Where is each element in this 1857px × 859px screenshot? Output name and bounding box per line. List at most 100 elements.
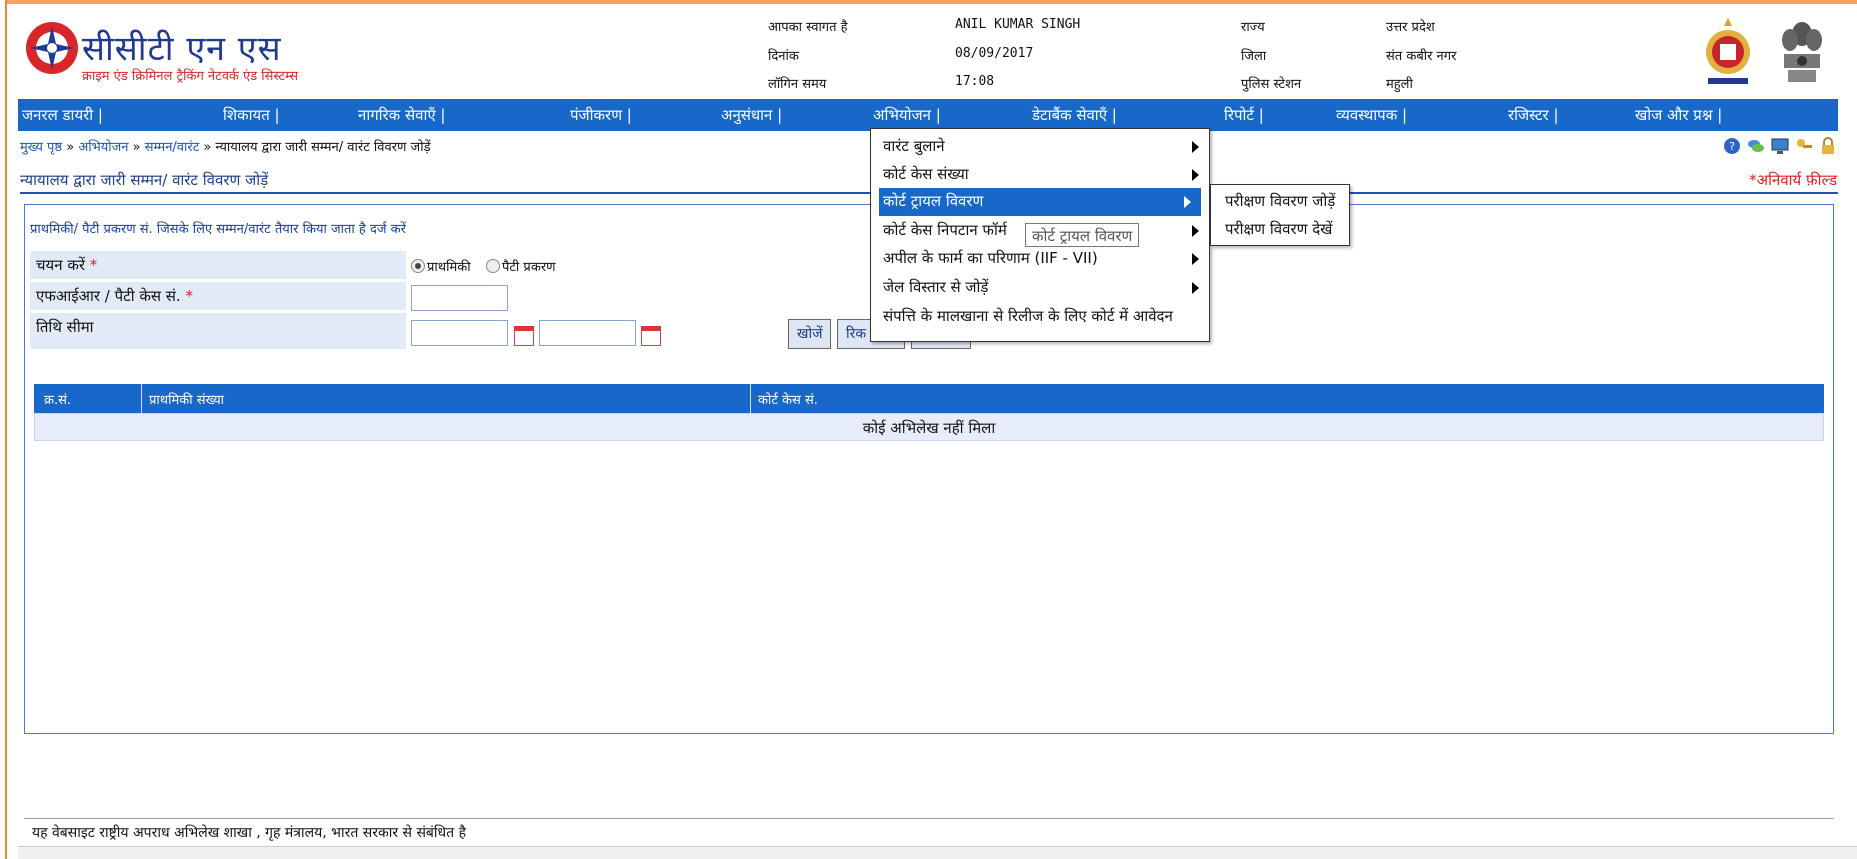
nav-register[interactable]: रजिस्टर | — [1508, 105, 1559, 125]
main-navbar: जनरल डायरी | शिकायत | नागरिक सेवाएँ | पं… — [18, 99, 1838, 131]
calendar-icon[interactable] — [641, 326, 661, 346]
breadcrumb-sep: » — [199, 140, 216, 155]
nav-search-query[interactable]: खोज और प्रश्न | — [1635, 105, 1722, 125]
breadcrumb-sep: » — [128, 140, 145, 155]
user-name: ANIL KUMAR SINGH — [955, 17, 1081, 32]
table-header: क्र.सं. प्राथमिकी संख्या कोर्ट केस सं. — [34, 384, 1824, 413]
fir-number-text: एफआईआर / पैटी केस सं. — [36, 287, 181, 305]
nav-investigation[interactable]: अनुसंधान | — [721, 105, 782, 125]
help-icon[interactable]: ? — [1723, 137, 1741, 155]
date-value: 08/09/2017 — [955, 46, 1034, 61]
date-range-text: तिथि सीमा — [36, 318, 94, 336]
menu-item-label: कोर्ट ट्रायल विवरण — [883, 192, 984, 210]
state-value: उत्तर प्रदेश — [1386, 20, 1435, 35]
breadcrumb-sep: » — [62, 140, 79, 155]
menu-item-label: जेल विस्तार से जोड़ें — [883, 278, 989, 296]
welcome-label: आपका स्वागत है — [768, 20, 848, 35]
date-range-label: तिथि सीमा — [30, 313, 406, 349]
radio-dot-selected[interactable] — [411, 259, 425, 273]
col-divider — [750, 384, 751, 413]
breadcrumb-home[interactable]: मुख्य पृष्ठ — [20, 140, 62, 155]
monitor-icon[interactable] — [1771, 137, 1789, 155]
date-to-input[interactable] — [539, 320, 636, 346]
menu-item-label: अपील के फार्म का परिणाम (IIF - VII) — [883, 249, 1098, 267]
nav-citizen-services[interactable]: नागरिक सेवाएँ | — [358, 105, 445, 125]
radio-petty-case[interactable]: पैटी प्रकरण — [486, 257, 556, 275]
submenu-arrow-icon — [1192, 141, 1199, 153]
toolbar-icons: ? — [1723, 137, 1837, 155]
submenu-arrow-icon — [1192, 225, 1199, 237]
nav-databank-services[interactable]: डेटाबैंक सेवाएँ | — [1032, 105, 1117, 125]
mandatory-field-note: *अनिवार्य फ़ील्ड — [1749, 171, 1837, 189]
required-mark: * — [89, 256, 98, 274]
district-label: जिला — [1241, 49, 1267, 64]
date-from-input[interactable] — [411, 320, 508, 346]
fir-number-label: एफआईआर / पैटी केस सं. * — [30, 282, 406, 310]
submenu-add-trial-details[interactable]: परीक्षण विवरण जोड़ें — [1225, 191, 1335, 211]
submenu-view-trial-details[interactable]: परीक्षण विवरण देखें — [1225, 219, 1332, 239]
submenu-arrow-icon — [1192, 282, 1199, 294]
search-button[interactable]: खोजें — [788, 319, 832, 349]
brand-title: सीसीटी एन एस — [82, 29, 282, 69]
chat-icon[interactable] — [1747, 137, 1765, 155]
menu-tooltip: कोर्ट ट्रायल विवरण — [1025, 223, 1140, 247]
results-table: क्र.सं. प्राथमिकी संख्या कोर्ट केस सं. क… — [34, 384, 1824, 441]
nav-prosecution[interactable]: अभियोजन | — [873, 105, 941, 125]
brand-subtitle: क्राइम एंड क्रिमिनल ट्रैकिंग नेटवर्क एंड… — [82, 69, 299, 84]
footer-divider — [24, 818, 1834, 819]
menu-item-appeal-result[interactable]: अपील के फार्म का परिणाम (IIF - VII) — [871, 245, 1209, 273]
left-accent-line — [0, 0, 7, 859]
user-key-icon[interactable] — [1795, 137, 1813, 155]
submenu-arrow-icon — [1192, 253, 1199, 265]
col-fir-number: प्राथमिकी संख्या — [149, 393, 224, 408]
menu-item-warrant[interactable]: वारंट बुलाने — [871, 133, 1209, 161]
date-label: दिनांक — [768, 49, 799, 64]
radio-fir[interactable]: प्राथमिकी — [411, 257, 471, 275]
status-bar — [18, 846, 1857, 859]
radio-petty-label: पैटी प्रकरण — [502, 260, 556, 275]
nav-general-diary[interactable]: जनरल डायरी | — [22, 105, 103, 125]
district-value: संत कबीर नगर — [1386, 49, 1457, 64]
menu-item-court-trial-details[interactable]: कोर्ट ट्रायल विवरण — [879, 188, 1201, 216]
nav-administrator[interactable]: व्यवस्थापक | — [1336, 105, 1407, 125]
radio-fir-label: प्राथमिकी — [427, 260, 471, 275]
up-police-emblem-icon — [1706, 18, 1750, 84]
nav-registration[interactable]: पंजीकरण | — [570, 105, 632, 125]
nav-reports[interactable]: रिपोर्ट | — [1224, 105, 1264, 125]
menu-item-label: कोर्ट केस निपटान फॉर्म — [883, 221, 1007, 239]
footer-text: यह वेबसाइट राष्ट्रीय अपराध अभिलेख शाखा ,… — [32, 825, 467, 841]
top-accent-line — [0, 0, 1857, 4]
calendar-icon[interactable] — [514, 326, 534, 346]
menu-item-court-case-number[interactable]: कोर्ट केस संख्या — [871, 161, 1209, 189]
police-station-value: महुली — [1386, 77, 1413, 92]
radio-dot[interactable] — [486, 259, 500, 273]
no-records-row: कोई अभिलेख नहीं मिला — [34, 413, 1824, 441]
breadcrumb: मुख्य पृष्ठ » अभियोजन » सम्मन/वारंट » न्… — [20, 137, 431, 155]
page-title: न्यायालय द्वारा जारी सम्मन/ वारंट विवरण … — [20, 171, 269, 189]
col-serial: क्र.सं. — [44, 393, 72, 408]
state-label: राज्य — [1241, 20, 1265, 35]
national-emblem-icon — [1782, 22, 1822, 82]
nav-complaint[interactable]: शिकायत | — [223, 105, 280, 125]
breadcrumb-prosecution[interactable]: अभियोजन — [78, 140, 128, 155]
breadcrumb-current: न्यायालय द्वारा जारी सम्मन/ वारंट विवरण … — [215, 140, 431, 155]
lock-icon[interactable] — [1819, 137, 1837, 155]
svg-text:?: ? — [1729, 140, 1735, 153]
cctns-logo-icon — [26, 22, 78, 74]
select-type-label: चयन करें * — [30, 251, 406, 279]
police-station-label: पुलिस स्टेशन — [1241, 77, 1302, 92]
submenu-arrow-icon — [1192, 169, 1199, 181]
required-mark: * — [185, 287, 193, 305]
fir-number-input[interactable] — [411, 285, 508, 311]
menu-item-label: वारंट बुलाने — [883, 137, 945, 155]
court-trial-submenu: परीक्षण विवरण जोड़ें परीक्षण विवरण देखें — [1210, 184, 1350, 246]
panel-heading: प्राथमिकी/ पैटी प्रकरण सं. जिसके लिए सम्… — [30, 222, 406, 237]
login-time-label: लॉगिन समय — [768, 77, 827, 92]
menu-item-jail-extension[interactable]: जेल विस्तार से जोड़ें — [871, 274, 1209, 302]
menu-item-property-release[interactable]: संपत्ति के मालखाना से रिलीज के लिए कोर्ट… — [871, 303, 1209, 331]
menu-item-label: कोर्ट केस संख्या — [883, 165, 969, 183]
select-type-text: चयन करें — [36, 256, 85, 274]
breadcrumb-summons[interactable]: सम्मन/वारंट — [145, 140, 200, 155]
submenu-arrow-icon — [1184, 196, 1191, 208]
login-time-value: 17:08 — [955, 74, 995, 89]
